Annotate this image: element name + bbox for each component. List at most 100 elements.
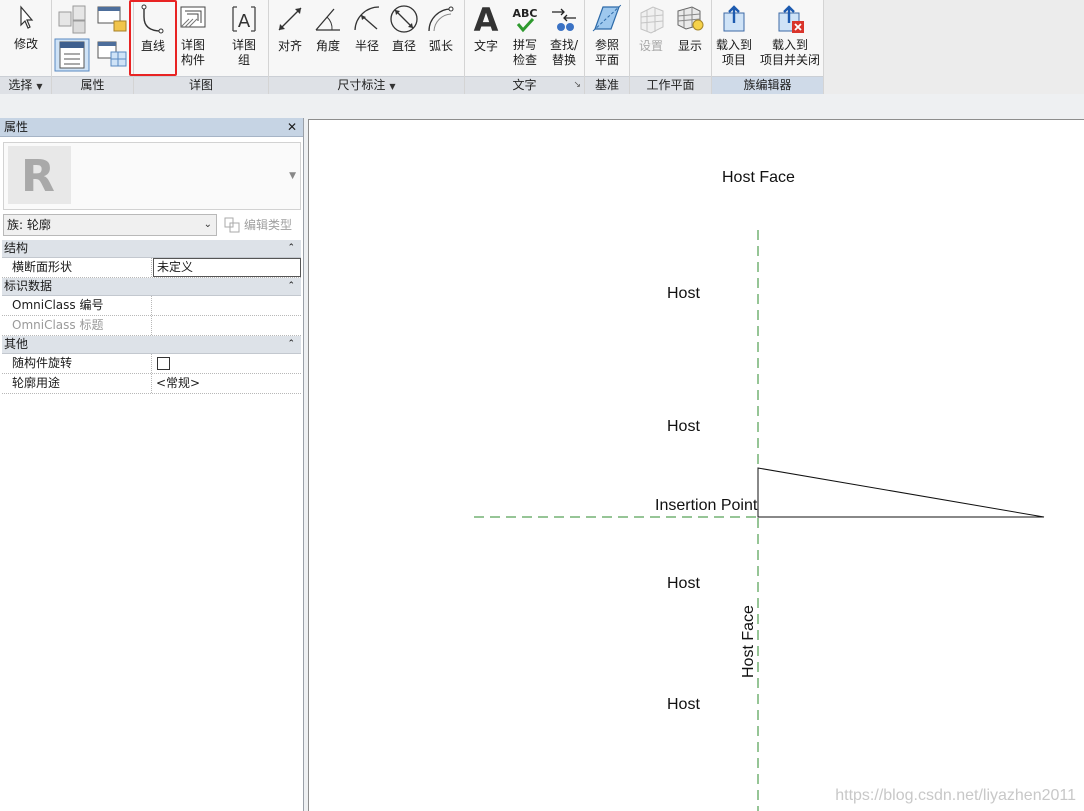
set-label: 设置: [638, 39, 663, 53]
host-face-label: Host Face: [722, 169, 795, 186]
group-other[interactable]: 其他 ⌃: [2, 336, 301, 354]
line-button[interactable]: 直线: [134, 3, 172, 54]
detail-component-icon: [180, 6, 206, 28]
find-replace-button[interactable]: 查找/ 替换: [545, 3, 583, 68]
reference-plane-button[interactable]: 参照 平面: [588, 3, 626, 68]
diameter-dimension-button[interactable]: 直径: [385, 3, 423, 54]
modify-button[interactable]: 修改: [7, 3, 45, 52]
collapse-icon[interactable]: ⌃: [287, 278, 295, 295]
family-filter-select[interactable]: 族: 轮廓 ⌄: [3, 214, 217, 236]
host-face-vertical-label: Host Face: [740, 605, 757, 678]
property-value[interactable]: [153, 296, 301, 315]
angular-dimension-icon: [315, 8, 340, 31]
dimension-panel-title[interactable]: 尺寸标注 ▼: [269, 76, 464, 94]
panel-dimension: 对齐 角度 半径 直径 弧长 尺寸标注 ▼: [269, 0, 465, 94]
property-value[interactable]: <常规>: [153, 374, 301, 393]
type-properties-button[interactable]: [94, 38, 130, 70]
edit-type-button[interactable]: 编辑类型: [222, 214, 302, 236]
property-value-cell: [153, 354, 301, 373]
select-panel-title-text: 选择: [8, 78, 33, 92]
rotate-with-component-checkbox[interactable]: [157, 357, 170, 370]
family-category-icon: [58, 5, 86, 34]
radial-dimension-button[interactable]: 半径: [348, 3, 386, 54]
text-panel-title[interactable]: 文字 ↘: [465, 76, 584, 94]
group-name: 其他: [4, 337, 29, 351]
dropdown-arrow-icon[interactable]: ▼: [289, 171, 296, 181]
load-and-close-button[interactable]: 载入到 项目并关闭: [760, 3, 820, 68]
properties-button[interactable]: [54, 38, 90, 72]
property-grid: 结构 ⌃ 横断面形状 未定义 标识数据 ⌃ OmniClass 编号 OmniCla…: [2, 240, 301, 394]
load-and-close-icon: [778, 5, 804, 33]
family-editor-panel-title: 族编辑器: [712, 76, 823, 94]
dropdown-icon: ▼: [389, 82, 396, 91]
find-replace-label: 查找/ 替换: [549, 38, 579, 67]
property-row[interactable]: 横断面形状 未定义: [2, 258, 301, 278]
panel-launcher-icon[interactable]: ↘: [573, 77, 581, 94]
revit-logo-icon: R: [8, 146, 71, 204]
detail-component-button[interactable]: 详图 构件: [174, 3, 212, 68]
arc-length-label: 弧长: [428, 39, 453, 53]
line-icon: [141, 4, 164, 34]
family-category-button[interactable]: [54, 3, 90, 35]
property-row[interactable]: 随构件旋转: [2, 354, 301, 374]
cursor-arrow-icon: [20, 5, 34, 29]
reference-plane-icon: [592, 4, 622, 32]
text-a-icon: A: [474, 3, 499, 35]
properties-title: 属性: [4, 120, 29, 134]
panel-text: A 文字 ABC 拼写 检查 查找/ 替换 文字 ↘: [465, 0, 585, 94]
close-icon[interactable]: ✕: [287, 118, 297, 137]
text-button[interactable]: A 文字: [467, 3, 505, 54]
arc-length-dimension-button[interactable]: 弧长: [422, 3, 460, 54]
set-work-plane-icon: [640, 6, 664, 34]
find-replace-icon: [552, 8, 576, 31]
ribbon-empty-area: [824, 0, 1084, 94]
family-types-button[interactable]: [94, 3, 130, 35]
property-key: 随构件旋转: [2, 354, 152, 373]
drawing-canvas[interactable]: Host Face Host Host Insertion Point Host…: [308, 119, 1084, 811]
insertion-point-label: Insertion Point: [655, 497, 758, 514]
group-identity-data[interactable]: 标识数据 ⌃: [2, 278, 301, 296]
family-filter-value: 族: 轮廓: [7, 218, 51, 232]
edit-type-icon: [224, 217, 240, 233]
radial-dimension-icon: [354, 6, 380, 31]
load-into-project-button[interactable]: 载入到 项目: [715, 3, 753, 68]
properties-header: 属性 ✕: [0, 118, 303, 137]
property-row[interactable]: 轮廓用途 <常规>: [2, 374, 301, 394]
spelling-check-button[interactable]: ABC 拼写 检查: [506, 3, 544, 68]
profile-triangle[interactable]: [757, 467, 1045, 518]
load-and-close-label: 载入到 项目并关闭: [760, 38, 821, 67]
detail-panel-title: 详图: [134, 76, 268, 94]
properties-panel-title: 属性: [52, 76, 133, 94]
properties-icon: [54, 38, 90, 72]
collapse-icon[interactable]: ⌃: [287, 240, 295, 257]
group-name: 标识数据: [4, 279, 53, 293]
group-structure[interactable]: 结构 ⌃: [2, 240, 301, 258]
type-selector[interactable]: R ▼: [3, 142, 301, 210]
watermark: https://blog.csdn.net/liyazhen2011: [835, 787, 1076, 804]
property-key: 轮廓用途: [2, 374, 152, 393]
spelling-label: 拼写 检查: [512, 38, 537, 67]
line-label: 直线: [140, 39, 165, 53]
load-into-project-icon: [723, 5, 745, 32]
select-panel-title[interactable]: 选择 ▼: [0, 76, 51, 94]
detail-group-button[interactable]: A 详图 组: [225, 3, 263, 68]
group-name: 结构: [4, 241, 29, 255]
angular-dimension-button[interactable]: 角度: [309, 3, 347, 54]
set-work-plane-button[interactable]: 设置: [632, 3, 670, 54]
collapse-icon[interactable]: ⌃: [287, 336, 295, 353]
aligned-dimension-button[interactable]: 对齐: [271, 3, 309, 54]
dimension-panel-title-text: 尺寸标注: [337, 78, 386, 92]
show-work-plane-button[interactable]: 显示: [671, 3, 709, 54]
host-label: Host: [667, 575, 700, 592]
chevron-down-icon: ⌄: [203, 219, 212, 230]
spell-check-icon: ABC: [513, 7, 538, 33]
spell-check-icon-text: ABC: [513, 7, 538, 20]
detail-group-label: 详图 组: [231, 38, 256, 67]
reference-plane-label: 参照 平面: [594, 38, 619, 67]
property-row[interactable]: OmniClass 编号: [2, 296, 301, 316]
diameter-dimension-icon: [390, 5, 418, 33]
property-value-field[interactable]: 未定义: [153, 258, 301, 277]
svg-text:A: A: [238, 11, 251, 32]
detail-component-label: 详图 构件: [180, 38, 205, 67]
properties-palette: 属性 ✕ R ▼ 族: 轮廓 ⌄ 编辑类型 结构 ⌃ 横断面形状 未定义 标识数据…: [0, 118, 304, 811]
